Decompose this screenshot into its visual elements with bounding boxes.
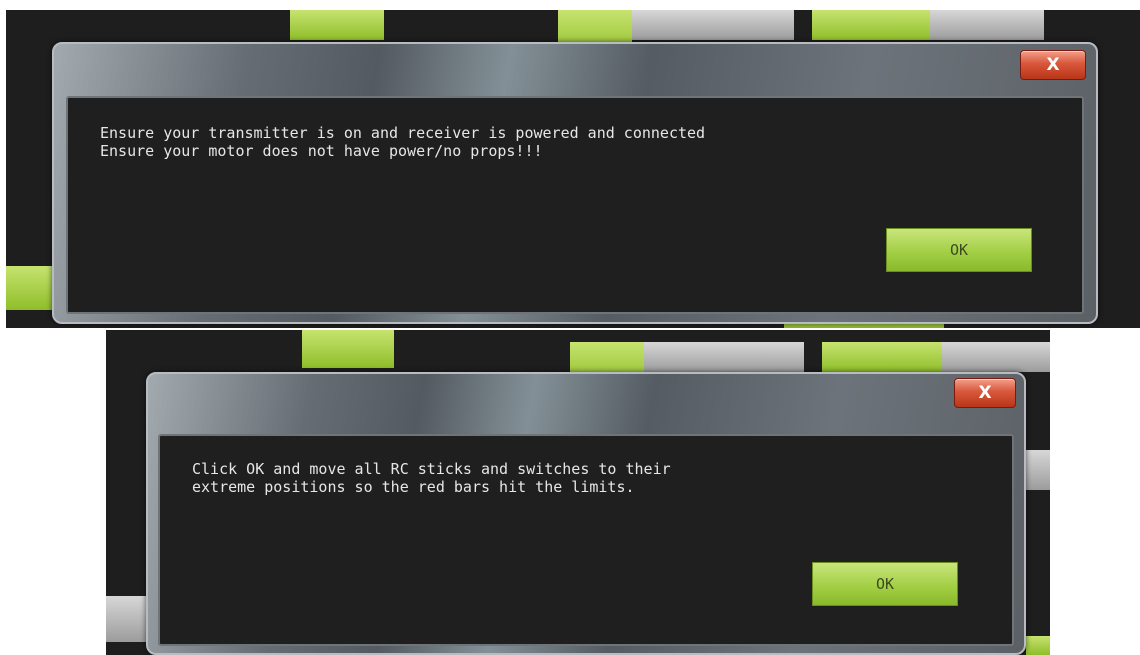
instruction-dialog: X Click OK and move all RC sticks and sw… [146,372,1026,655]
dialog-content: Click OK and move all RC sticks and swit… [158,434,1014,646]
background-bar [302,330,394,368]
dialog-message: Ensure your transmitter is on and receiv… [100,124,706,160]
background-bar [930,10,1044,40]
background-bar [632,10,794,40]
close-icon: X [1046,55,1060,75]
ok-button-label: OK [949,241,969,259]
background-bar [812,10,930,40]
warning-dialog: X Ensure your transmitter is on and rece… [52,42,1098,324]
background-bar [1026,450,1050,490]
ok-button[interactable]: OK [812,562,958,606]
background-bar [106,596,150,642]
background-bar [290,10,384,40]
background-bar [644,342,804,372]
screenshot-2: X Click OK and move all RC sticks and sw… [106,330,1050,655]
close-icon: X [978,383,992,403]
ok-button[interactable]: OK [886,228,1032,272]
background-bar [1026,636,1050,655]
background-bar [822,342,942,372]
background-bar [6,266,54,310]
close-button[interactable]: X [1020,50,1086,80]
background-bar [942,342,1050,372]
screenshot-1: X Ensure your transmitter is on and rece… [6,10,1140,328]
dialog-message: Click OK and move all RC sticks and swit… [192,460,671,496]
ok-button-label: OK [875,575,895,593]
dialog-content: Ensure your transmitter is on and receiv… [66,96,1084,314]
close-button[interactable]: X [954,378,1016,408]
